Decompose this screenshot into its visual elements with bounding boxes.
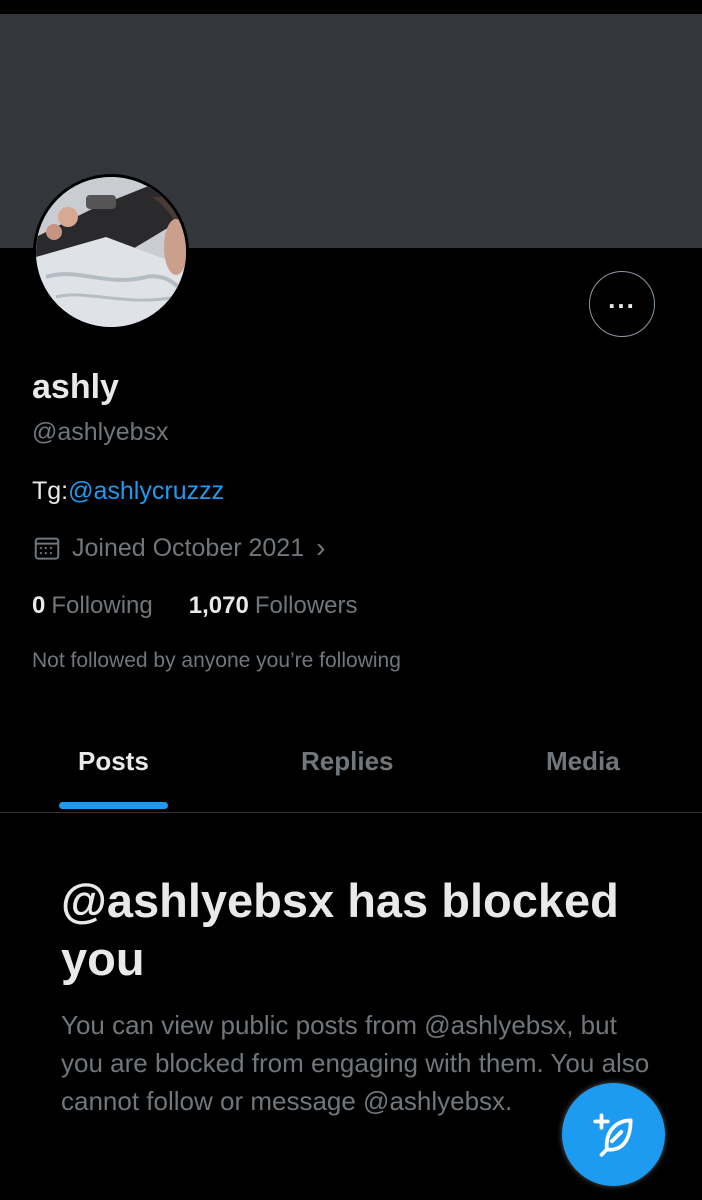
follow-stats: 0 Following 1,070 Followers (32, 592, 358, 620)
profile-handle: @ashlyebsx (32, 418, 169, 446)
joined-date-row[interactable]: Joined October 2021 › (32, 532, 325, 564)
tab-media[interactable]: Media (546, 746, 620, 777)
followers-count: 1,070 (188, 592, 249, 619)
followers-label: Followers (254, 592, 358, 619)
profile-avatar[interactable] (33, 174, 189, 330)
tab-posts[interactable]: Posts (78, 746, 149, 777)
calendar-icon (32, 533, 62, 563)
blocked-title: @ashlyebsx has blocked you (61, 874, 619, 985)
profile-name: ashly (32, 368, 119, 406)
compose-post-icon (592, 1112, 633, 1157)
bio-mention-link[interactable]: @ashlycruzzz (68, 477, 224, 505)
avatar-photo (36, 177, 186, 327)
compose-post-button[interactable] (562, 1083, 665, 1186)
followers-stat[interactable]: 1,070 Followers (189, 592, 358, 620)
active-tab-indicator (59, 802, 168, 809)
tab-replies[interactable]: Replies (301, 746, 394, 777)
bio-text: Tg: (32, 477, 69, 505)
following-stat[interactable]: 0 Following (32, 592, 153, 620)
following-count: 0 (32, 592, 46, 619)
more-options-button[interactable]: ... (589, 271, 655, 337)
profile-bio: Tg:@ashlycruzzz (32, 477, 224, 506)
following-label: Following (51, 592, 153, 619)
profile-page: ... ashly @ashlyebsx Tg:@ashlycruzzz Joi… (0, 0, 702, 1200)
blocked-message: You can view public posts from @ashlyebs… (61, 1010, 650, 1116)
not-followed-text: Not followed by anyone you’re following (32, 649, 401, 672)
more-horizontal-icon: ... (608, 284, 636, 314)
joined-date-text: Joined October 2021 (72, 533, 305, 562)
profile-tabs: Posts Replies Media (0, 730, 702, 813)
chevron-right-icon: › (316, 532, 326, 563)
